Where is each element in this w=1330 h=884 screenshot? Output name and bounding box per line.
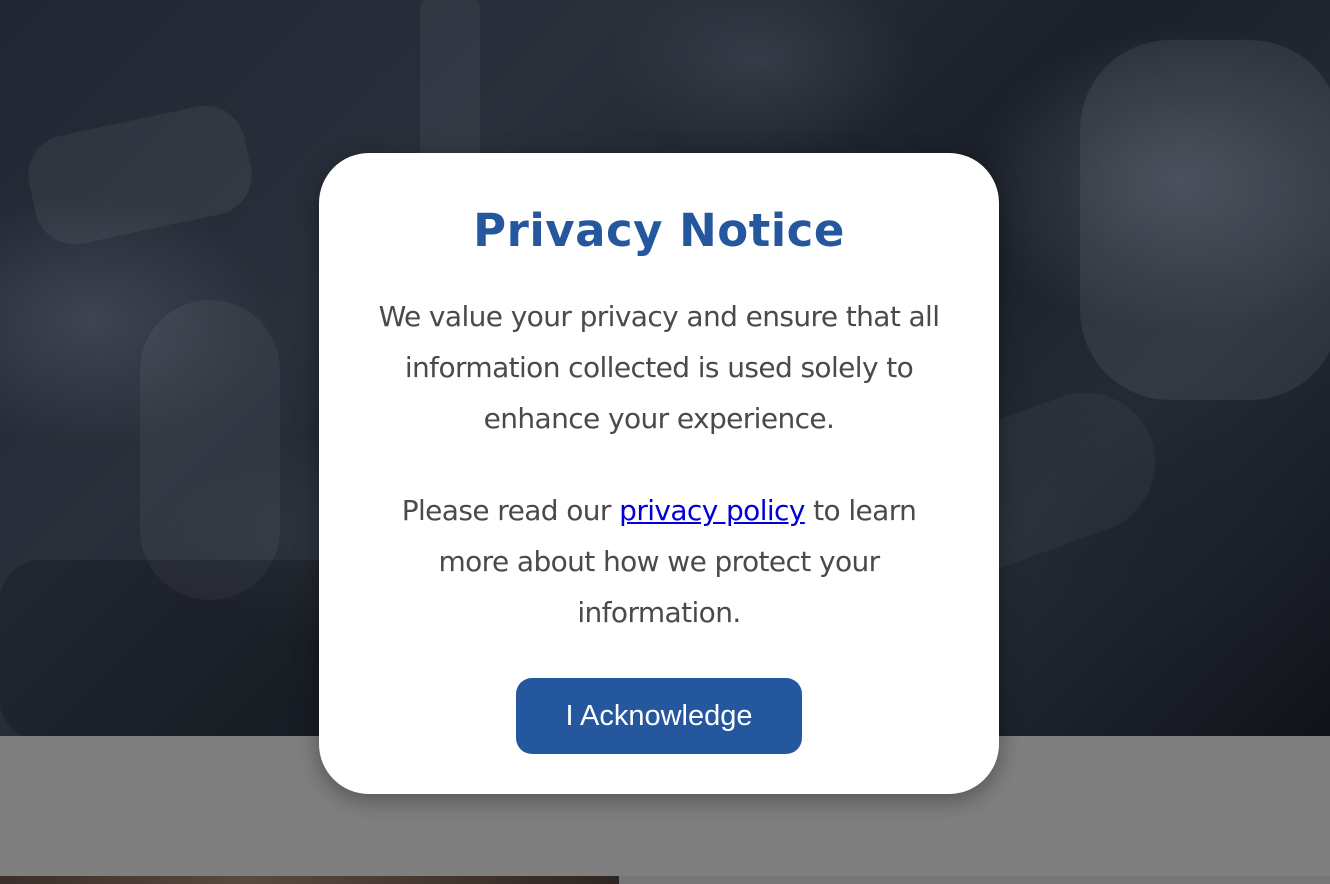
hero-shape bbox=[20, 98, 260, 252]
bottom-image-strip bbox=[0, 876, 619, 884]
privacy-intro-text: We value your privacy and ensure that al… bbox=[378, 300, 940, 435]
privacy-notice-modal: Privacy Notice We value your privacy and… bbox=[319, 153, 999, 794]
hero-shape bbox=[140, 300, 280, 600]
hero-shape bbox=[1080, 40, 1330, 400]
privacy-policy-link[interactable]: privacy policy bbox=[619, 494, 805, 527]
modal-title: Privacy Notice bbox=[473, 204, 845, 257]
policy-text-before: Please read our bbox=[401, 494, 620, 527]
bottom-gray-strip bbox=[619, 876, 1330, 884]
privacy-policy-text: Please read our privacy policy to learn … bbox=[367, 485, 951, 638]
page: Privacy Notice We value your privacy and… bbox=[0, 0, 1330, 884]
acknowledge-button[interactable]: I Acknowledge bbox=[516, 678, 802, 754]
